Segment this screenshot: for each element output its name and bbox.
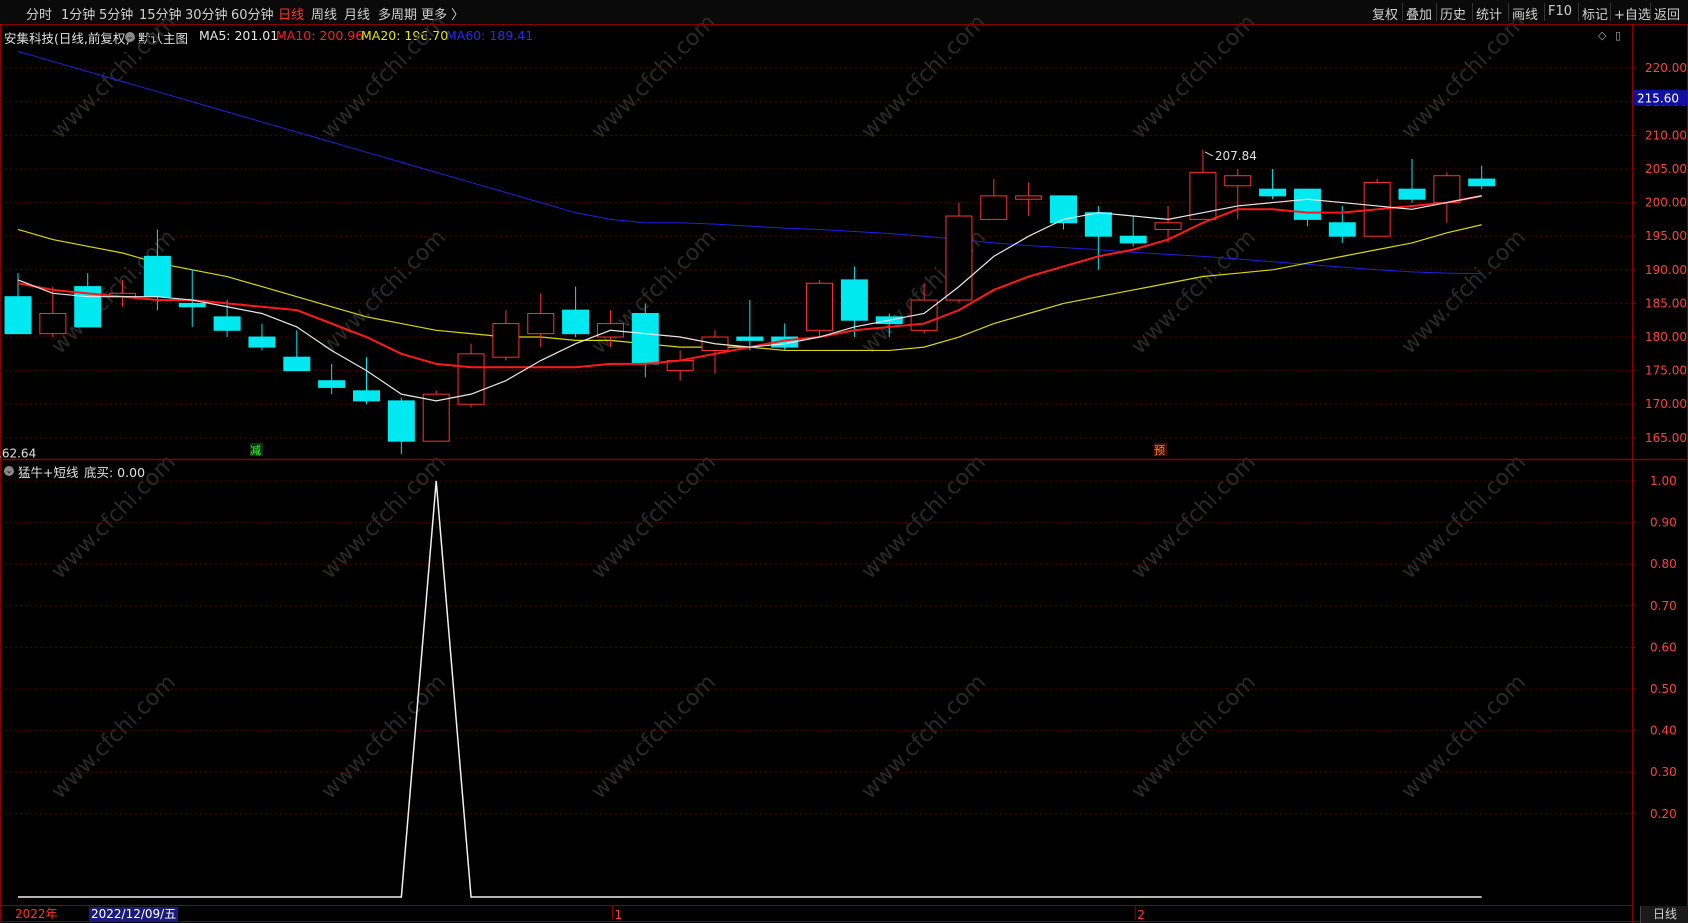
candle-body-up [527, 312, 555, 335]
indicator-tick-label: 1.00 [1650, 474, 1677, 488]
signal-warn: 预 [1154, 444, 1165, 457]
candle-body-up [806, 282, 834, 331]
cursor-date-label: 2022/12/09/五 [89, 907, 179, 922]
candle-body-up [1224, 175, 1252, 187]
kline-chart-canvas[interactable]: www.cfchi.com www.cfchi.com www.cfchi.com w… [0, 0, 1688, 923]
candle-body-down [1119, 235, 1147, 244]
candle-body-down [248, 336, 276, 348]
candle-body-down [353, 390, 380, 402]
indicator-tick-label: 0.60 [1650, 640, 1677, 654]
diamond-icon: ◇ [1598, 29, 1607, 42]
price-badge: 215.60 [1637, 92, 1679, 106]
candle-body-up [457, 353, 485, 405]
candle-body-down [143, 255, 171, 298]
indicator-tick-label: 0.50 [1650, 682, 1677, 696]
ma5-line [17, 195, 1482, 402]
watermark-text: www.cfchi.com [587, 670, 721, 804]
candle-body-down [631, 312, 659, 365]
price-tick-label: 190.00 [1645, 263, 1687, 277]
panel-toggle-icon: ▯ [1615, 29, 1621, 42]
indicator-tick-label: 0.80 [1650, 557, 1677, 571]
candle-body-down [213, 316, 241, 331]
month-label-2: 2 [1137, 908, 1145, 922]
candle-body-down [4, 296, 32, 335]
watermark-text: www.cfchi.com [47, 670, 181, 804]
price-tick-label: 210.00 [1645, 128, 1687, 142]
indicator-tick-label: 0.30 [1650, 765, 1677, 779]
ma60-line [17, 50, 1482, 275]
month-label-1: 1 [614, 908, 622, 922]
watermark-text: www.cfchi.com [317, 10, 451, 144]
candle-body-down [1050, 195, 1077, 224]
price-tick-label: 195.00 [1645, 229, 1687, 243]
low-annotation: ←162.64 [0, 447, 36, 461]
watermark-text: www.cfchi.com [1127, 10, 1261, 144]
price-tick-label: 175.00 [1645, 364, 1687, 378]
indicator-tick-label: 0.20 [1650, 807, 1677, 821]
candle-body-up [39, 312, 67, 335]
price-tick-label: 185.00 [1645, 296, 1687, 310]
price-tick-label: 205.00 [1645, 162, 1687, 176]
high-annot-arrow [1204, 151, 1214, 157]
period-tab-daily[interactable]: 日线 [1640, 906, 1688, 923]
watermark-text: www.cfchi.com [317, 670, 451, 804]
watermark-text: www.cfchi.com [1397, 10, 1531, 144]
watermark-text: www.cfchi.com [317, 225, 451, 359]
candle-body-down [318, 380, 346, 388]
price-tick-label: 200.00 [1645, 196, 1687, 210]
watermark-text: www.cfchi.com [1397, 670, 1531, 804]
candle-body-down [1468, 178, 1496, 187]
candle-body-down [283, 356, 311, 372]
price-tick-label: 180.00 [1645, 330, 1687, 344]
price-tick-label: 170.00 [1645, 397, 1687, 411]
price-tick-label: 165.00 [1645, 431, 1687, 445]
candle-body-up [945, 215, 973, 301]
watermark-text: www.cfchi.com [1397, 225, 1531, 359]
watermark-text: www.cfchi.com [587, 10, 721, 144]
indicator-tick-label: 0.90 [1650, 516, 1677, 530]
candle-body-down [1084, 212, 1112, 237]
candle-body-down [562, 309, 590, 335]
candle-body-down [1259, 188, 1287, 197]
watermark-text: www.cfchi.com [857, 10, 991, 144]
chart-frame [0, 24, 1688, 922]
watermark-text: www.cfchi.com [47, 10, 181, 144]
signal-buy: 减 [250, 444, 261, 457]
candle-body-up [980, 195, 1008, 220]
candle-body-up [1015, 195, 1043, 200]
indicator-tick-label: 0.70 [1650, 599, 1677, 613]
candle-body-down [1328, 222, 1356, 237]
candle-body-down [1398, 188, 1426, 200]
high-annotation: 207.84 [1215, 149, 1257, 163]
candle-body-up [1154, 222, 1182, 230]
candle-body-down [1293, 188, 1321, 220]
indicator-line [18, 480, 1482, 898]
candle-body-down [178, 302, 206, 308]
year-label: 2022年 [15, 907, 58, 921]
candle-body-down [736, 336, 764, 341]
candle-body-down [387, 400, 415, 442]
candle-body-up [1433, 175, 1461, 204]
watermark-text: www.cfchi.com [1127, 670, 1261, 804]
candle-body-up [492, 323, 520, 358]
watermark-text: www.cfchi.com [857, 670, 991, 804]
indicator-tick-label: 0.40 [1650, 724, 1677, 738]
candle-body-down [840, 279, 868, 321]
price-tick-label: 220.00 [1645, 61, 1687, 75]
